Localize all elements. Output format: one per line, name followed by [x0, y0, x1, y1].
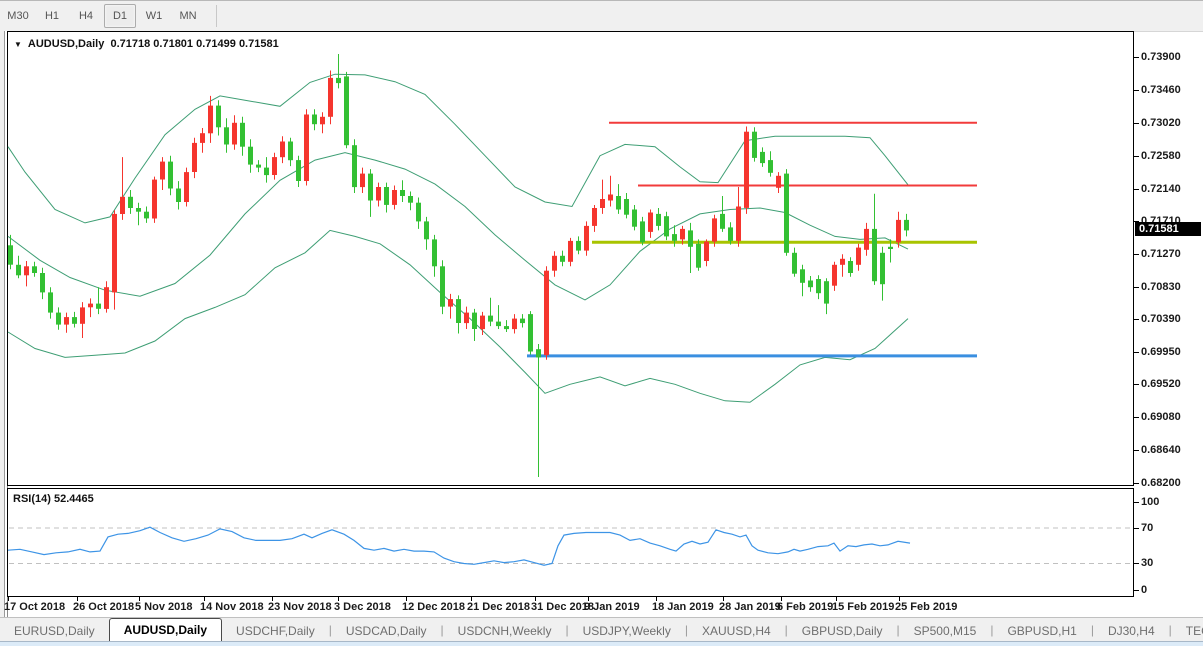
date-axis-label: 9 Jan 2019	[584, 601, 640, 613]
chart-tab-xauusd-h4[interactable]: XAUUSD,H4	[688, 620, 785, 642]
chart-tab-tech100-h[interactable]: TECH100,H	[1172, 620, 1203, 642]
price-axis-tick	[1134, 189, 1139, 190]
date-axis-label: 28 Jan 2019	[719, 601, 781, 613]
price-axis-label: 0.69950	[1141, 346, 1181, 358]
price-axis-tick	[1134, 483, 1139, 484]
timeframe-button-h4[interactable]: H4	[70, 4, 102, 28]
chart-tab-usdcnh-weekly[interactable]: USDCNH,Weekly	[444, 620, 566, 642]
date-axis-label: 25 Feb 2019	[895, 601, 957, 613]
price-axis-label: 0.73020	[1141, 117, 1181, 129]
timeframe-button-m30[interactable]: M30	[2, 4, 34, 28]
chart-title: ▼ AUDUSD,Daily 0.71718 0.71801 0.71499 0.…	[14, 38, 279, 50]
price-axis-tick	[1134, 90, 1139, 91]
chart-tab-usdchf-daily[interactable]: USDCHF,Daily	[222, 620, 329, 642]
date-axis-label: 12 Dec 2018	[402, 601, 465, 613]
chart-tab-gbpusd-h1[interactable]: GBPUSD,H1	[993, 620, 1090, 642]
ohlc-open: 0.71718	[110, 38, 150, 50]
chart-tab-eurusd-daily[interactable]: EURUSD,Daily	[0, 620, 109, 642]
price-axis-tick	[1134, 254, 1139, 255]
chart-tab-usdjpy-weekly[interactable]: USDJPY,Weekly	[569, 620, 685, 642]
price-axis-tick	[1134, 123, 1139, 124]
price-axis-label: 0.69520	[1141, 378, 1181, 390]
date-axis-label: 5 Nov 2018	[135, 601, 192, 613]
price-axis-tick	[1134, 384, 1139, 385]
price-axis-label: 0.68200	[1141, 477, 1181, 489]
price-axis-tick	[1134, 450, 1139, 451]
rsi-axis-tick	[1134, 563, 1139, 564]
rsi-subwindow-frame[interactable]	[7, 488, 1134, 597]
date-axis-label: 17 Oct 2018	[4, 601, 65, 613]
price-axis-tick	[1134, 319, 1139, 320]
one-click-dropdown-icon[interactable]: ▼	[14, 40, 22, 49]
date-axis-label: 15 Feb 2019	[832, 601, 894, 613]
toolbar-separator	[216, 5, 217, 27]
timeframe-toolbar: M30H1H4D1W1MN	[0, 0, 1203, 32]
chart-tab-bar: EURUSD,DailyAUDUSD,DailyUSDCHF,Daily|USD…	[0, 617, 1203, 642]
ohlc-close: 0.71581	[239, 38, 279, 50]
chart-symbol-label: AUDUSD,Daily	[28, 38, 104, 50]
price-axis-label: 0.71270	[1141, 248, 1181, 260]
date-axis-label: 3 Dec 2018	[334, 601, 391, 613]
price-axis-tick	[1134, 156, 1139, 157]
timeframe-button-w1[interactable]: W1	[138, 4, 170, 28]
price-axis-label: 0.73900	[1141, 51, 1181, 63]
rsi-axis-tick	[1134, 528, 1139, 529]
price-axis-tick	[1134, 417, 1139, 418]
price-axis-tick	[1134, 287, 1139, 288]
rsi-axis-tick	[1134, 590, 1139, 591]
price-axis-tick	[1134, 57, 1139, 58]
timeframe-button-mn[interactable]: MN	[172, 4, 204, 28]
price-axis-label: 0.72580	[1141, 150, 1181, 162]
chart-tab-dj30-h4[interactable]: DJ30,H4	[1094, 620, 1169, 642]
ohlc-high: 0.71801	[153, 38, 193, 50]
rsi-axis-label: 100	[1141, 496, 1159, 508]
price-axis-label: 0.73460	[1141, 84, 1181, 96]
chart-tab-sp500-m15[interactable]: SP500,M15	[900, 620, 991, 642]
rsi-axis-tick	[1134, 502, 1139, 503]
price-axis-label: 0.68640	[1141, 444, 1181, 456]
ohlc-low: 0.71499	[196, 38, 236, 50]
price-axis-label: 0.70390	[1141, 313, 1181, 325]
rsi-axis-label: 30	[1141, 557, 1153, 569]
timeframe-button-h1[interactable]: H1	[36, 4, 68, 28]
timeframe-button-d1[interactable]: D1	[104, 4, 136, 28]
price-axis-label: 0.72140	[1141, 183, 1181, 195]
rsi-indicator-label: RSI(14) 52.4465	[13, 493, 94, 505]
current-price-badge: 0.71581	[1135, 222, 1201, 236]
date-axis-label: 21 Dec 2018	[467, 601, 530, 613]
main-chart-frame[interactable]	[7, 31, 1134, 486]
rsi-axis-label: 0	[1141, 584, 1147, 596]
price-axis-label: 0.70830	[1141, 281, 1181, 293]
date-axis-label: 18 Jan 2019	[652, 601, 714, 613]
window-bottom-edge	[0, 641, 1203, 646]
date-axis-label: 26 Oct 2018	[73, 601, 134, 613]
chart-tab-usdcad-daily[interactable]: USDCAD,Daily	[332, 620, 441, 642]
date-axis-label: 23 Nov 2018	[268, 601, 332, 613]
price-axis-tick	[1134, 352, 1139, 353]
date-axis-label: 14 Nov 2018	[200, 601, 264, 613]
price-axis-label: 0.69080	[1141, 411, 1181, 423]
date-axis-label: 6 Feb 2019	[777, 601, 833, 613]
rsi-axis-label: 70	[1141, 522, 1153, 534]
chart-tab-audusd-daily[interactable]: AUDUSD,Daily	[109, 618, 222, 642]
chart-tab-gbpusd-daily[interactable]: GBPUSD,Daily	[788, 620, 897, 642]
